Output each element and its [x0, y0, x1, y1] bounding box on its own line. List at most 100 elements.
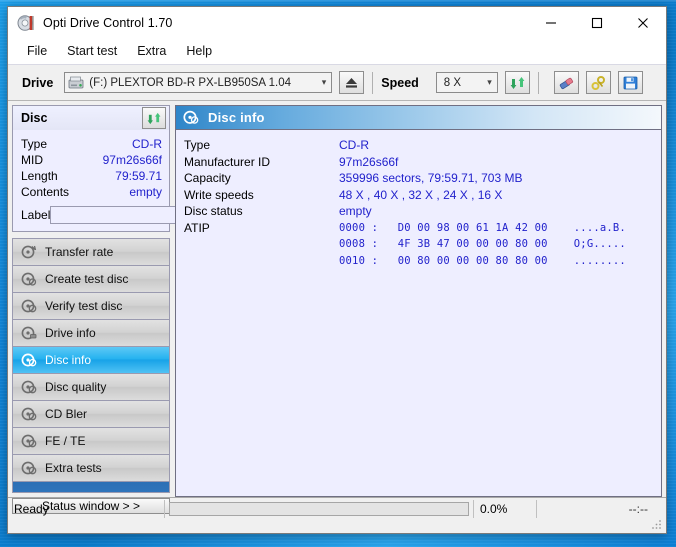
erase-button[interactable] — [553, 71, 579, 94]
progress-percent: 0.0% — [480, 501, 508, 516]
sidebar-item-label: Drive info — [45, 326, 96, 340]
info-row-key: Write speeds — [184, 187, 254, 202]
main-body: Disc Type CD-R MID 97m26s66f Length 79:5… — [8, 101, 666, 514]
drive-select[interactable]: (F:) PLEXTOR BD-R PX-LB950SA 1.04 ▾ — [64, 72, 333, 93]
disc-row-type: Type CD-R — [21, 136, 162, 152]
info-row-value: CD-R — [339, 138, 369, 152]
disc-summary-panel: Disc Type CD-R MID 97m26s66f Length 79:5… — [12, 105, 255, 232]
minimize-icon[interactable] — [528, 7, 574, 38]
sidebar-item-label: Verify test disc — [45, 299, 123, 313]
app-disc-icon — [17, 14, 35, 32]
nav-list-filler — [13, 482, 169, 493]
cd-bler-icon — [21, 407, 37, 421]
sidebar-item-verify-test-disc[interactable]: Verify test disc — [13, 293, 169, 320]
drive-icon — [68, 76, 84, 90]
extra-tests-icon — [21, 461, 37, 475]
disc-summary-rows: Type CD-R MID 97m26s66f Length 79:59.71 … — [13, 130, 255, 231]
sidebar-item-fe-te[interactable]: FE / TE — [13, 428, 169, 455]
transfer-rate-icon — [21, 245, 37, 259]
title-bar: Opti Drive Control 1.70 — [8, 7, 666, 38]
save-button[interactable] — [617, 71, 643, 94]
menu-item-extra[interactable]: Extra — [128, 42, 175, 60]
disc-refresh-button[interactable] — [142, 107, 166, 129]
chevron-down-icon: ▾ — [321, 77, 327, 87]
tools-button[interactable] — [585, 71, 611, 94]
toolbar: Drive (F:) PLEXTOR BD-R PX-LB950SA 1.04 … — [8, 65, 666, 101]
disc-info-icon — [21, 353, 37, 367]
disc-row-mid-value: 97m26s66f — [102, 153, 162, 167]
disc-info-icon — [183, 110, 199, 125]
atip-hex-line: 0008 : 4F 3B 47 00 00 00 80 00 O;G..... — [339, 238, 626, 250]
toolbar-divider — [372, 71, 374, 94]
status-divider — [164, 499, 165, 518]
progress-bar — [169, 501, 469, 516]
info-row-value: empty — [339, 204, 372, 218]
disc-row-mid-key: MID — [21, 153, 43, 167]
info-row-key: Disc status — [184, 204, 243, 218]
info-row-capacity: Capacity 359996 sectors, 79:59.71, 703 M… — [184, 170, 661, 187]
sidebar-item-cd-bler[interactable]: CD Bler — [13, 401, 169, 428]
sidebar-item-create-test-disc[interactable]: Create test disc — [13, 266, 169, 293]
caption-button-group — [528, 7, 666, 38]
sidebar-item-label: CD Bler — [45, 407, 88, 421]
info-row-atip: ATIP 0000 : D0 00 98 00 61 1A 42 00 ....… — [184, 220, 661, 270]
sidebar-item-label: Disc info — [45, 353, 92, 367]
info-row-key: ATIP — [184, 220, 210, 235]
resize-grip[interactable] — [651, 518, 663, 530]
atip-hex-line: 0000 : D0 00 98 00 61 1A 42 00 ....a.B. — [339, 221, 626, 234]
sidebar-item-extra-tests[interactable]: Extra tests — [13, 455, 169, 482]
speed-select[interactable]: 8 X ▾ — [435, 72, 498, 93]
close-icon[interactable] — [620, 7, 666, 38]
disc-row-mid: MID 97m26s66f — [21, 152, 162, 168]
disc-row-contents-value: empty — [129, 185, 162, 199]
sidebar-item-label: Create test disc — [45, 272, 129, 286]
sidebar-item-disc-quality[interactable]: Disc quality — [13, 374, 169, 401]
drive-info-icon — [21, 326, 37, 340]
menu-item-help[interactable]: Help — [177, 42, 221, 60]
disc-row-contents-key: Contents — [21, 185, 70, 199]
disc-row-type-value: CD-R — [132, 137, 162, 151]
info-row-write-speeds: Write speeds 48 X , 40 X , 32 X , 24 X ,… — [184, 187, 661, 204]
info-row-key: Type — [184, 138, 211, 152]
info-row-key: Capacity — [184, 171, 231, 185]
verify-test-disc-icon — [21, 299, 37, 313]
content-panel-title: Disc info — [208, 110, 265, 125]
nav-list: Transfer rate Create test disc Verify te… — [12, 238, 170, 493]
content-panel: Disc info Type CD-R Manufacturer ID 97m2… — [175, 105, 662, 497]
disc-label-key: Label — [21, 208, 51, 222]
info-row-type: Type CD-R — [184, 137, 661, 154]
info-row-value: 97m26s66f — [339, 154, 399, 169]
disc-panel-title: Disc — [21, 111, 48, 125]
disc-row-contents: Contents empty — [21, 184, 162, 200]
drive-select-value: (F:) PLEXTOR BD-R PX-LB950SA 1.04 — [89, 76, 292, 89]
sidebar-item-transfer-rate[interactable]: Transfer rate — [13, 239, 169, 266]
drive-label: Drive — [22, 75, 54, 90]
info-row-value: 359996 sectors, 79:59.71, 703 MB — [339, 171, 523, 185]
disc-row-type-key: Type — [21, 137, 48, 151]
sidebar-item-drive-info[interactable]: Drive info — [13, 320, 169, 347]
menu-item-file[interactable]: File — [18, 42, 56, 60]
speed-label: Speed — [381, 75, 419, 90]
content-panel-header: Disc info — [176, 106, 661, 130]
disc-row-length: Length 79:59.71 — [21, 168, 162, 184]
speed-select-value: 8 X — [443, 76, 462, 89]
create-test-disc-icon — [21, 272, 37, 286]
sidebar-item-label: Extra tests — [45, 461, 102, 475]
toolbar-divider-2 — [537, 71, 539, 94]
disc-quality-icon — [21, 380, 37, 394]
disc-info-content: Type CD-R Manufacturer ID 97m26s66f Capa… — [176, 130, 661, 496]
maximize-icon[interactable] — [574, 7, 620, 38]
refresh-button[interactable] — [504, 71, 530, 94]
disc-panel-header: Disc — [13, 106, 169, 130]
disc-row-length-value: 79:59.71 — [115, 169, 162, 183]
elapsed-time: --:-- — [628, 501, 648, 516]
sidebar: Disc Type CD-R MID 97m26s66f Length 79:5… — [12, 105, 255, 514]
sidebar-item-label: FE / TE — [45, 434, 86, 448]
disc-row-length-key: Length — [21, 169, 58, 183]
info-row-value: 48 X , 40 X , 32 X , 24 X , 16 X — [339, 187, 503, 202]
sidebar-item-label: Disc quality — [45, 380, 107, 394]
chevron-down-icon: ▾ — [487, 77, 492, 87]
menu-item-start-test[interactable]: Start test — [58, 42, 126, 60]
eject-button[interactable] — [339, 71, 365, 94]
sidebar-item-disc-info[interactable]: Disc info — [13, 347, 169, 374]
